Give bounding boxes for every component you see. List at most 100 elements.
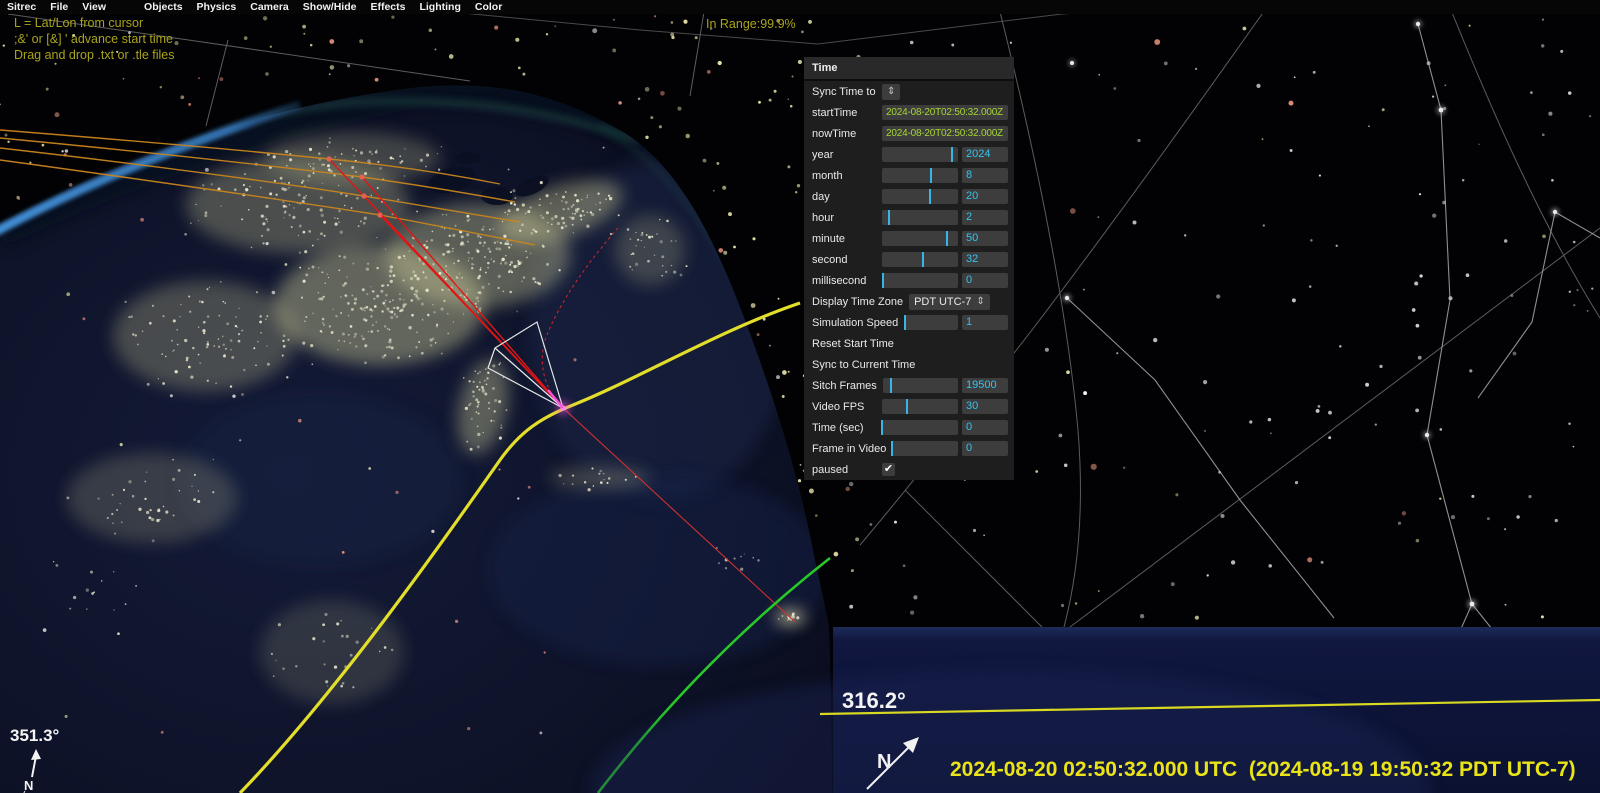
minute-value[interactable]: 50 [962,231,1008,246]
menu-bar: SitrecFileView ObjectsPhysicsCameraShow/H… [0,0,1600,14]
row-paused: paused✔ [804,459,1014,480]
month-slider-handle[interactable] [930,168,932,183]
millisecond-slider-handle[interactable] [882,273,884,288]
nowtime-label: nowTime [812,128,882,140]
main-view-heading: 351.3° [10,726,59,746]
month-slider[interactable] [882,168,958,183]
sync-to-current-time-button[interactable]: Sync to Current Time [812,359,915,371]
timestamp-display: 2024-08-20 02:50:32.000 UTC (2024-08-19 … [950,758,1576,782]
month-value[interactable]: 8 [962,168,1008,183]
help-text: L = Lat/Lon from cursor;&' or [&] ' adva… [14,15,175,63]
menu-item-view[interactable]: View [75,0,113,14]
menu-item-physics[interactable]: Physics [190,0,244,14]
minute-slider-handle[interactable] [946,231,948,246]
menu-item-color[interactable]: Color [468,0,509,14]
video-fps-slider-handle[interactable] [906,399,908,414]
time-panel-title[interactable]: Time [804,57,1014,81]
help-line: ;&' or [&] ' advance start time [14,31,175,47]
millisecond-value[interactable]: 0 [962,273,1008,288]
frame-in-video-value[interactable]: 0 [962,441,1008,456]
row-display-time-zone: Display Time ZonePDT UTC-7⇕ [804,291,1014,312]
paused-checkbox[interactable]: ✔ [882,463,895,476]
main-view-compass: N [16,746,66,793]
north-arrow-icon [31,749,41,760]
globe-view[interactable] [0,0,1600,793]
row-time-sec: Time (sec) 0 [804,417,1014,438]
row-day: day 20 [804,186,1014,207]
time-sec-slider-handle[interactable] [881,420,883,435]
menu-item-lighting[interactable]: Lighting [412,0,467,14]
second-value[interactable]: 32 [962,252,1008,267]
starttime-label: startTime [812,107,882,119]
time-sec-label: Time (sec) [812,422,882,434]
row-millisecond: millisecond 0 [804,270,1014,291]
millisecond-label: millisecond [812,275,882,287]
row-hour: hour2 [804,207,1014,228]
year-slider-handle[interactable] [951,147,953,162]
row-simulation-speed: Simulation Speed1 [804,312,1014,333]
help-line: Drag and drop .txt or .tle files [14,47,175,63]
simulation-speed-slider[interactable] [904,315,958,330]
second-slider-handle[interactable] [922,252,924,267]
second-label: second [812,254,882,266]
sitch-frames-label: Sitch Frames [812,380,883,392]
year-slider[interactable] [882,147,958,162]
row-sitch-frames: Sitch Frames 19500 [804,375,1014,396]
simulation-speed-value[interactable]: 1 [962,315,1008,330]
video-fps-value[interactable]: 30 [962,399,1008,414]
starttime-input[interactable]: 2024-08-20T02:50:32.000Z [882,105,1008,120]
menu-item-effects[interactable]: Effects [363,0,412,14]
frame-in-video-slider-handle[interactable] [891,441,893,456]
in-range-indicator: In Range:99.9% [706,17,796,31]
sync-time-to-label: Sync Time to [812,86,882,98]
sitch-frames-slider-handle[interactable] [890,378,892,393]
sync-time-to-select[interactable]: ⇕ [882,84,900,100]
hour-value[interactable]: 2 [962,210,1008,225]
frame-in-video-slider[interactable] [892,441,958,456]
display-time-zone-label: Display Time Zone [812,296,909,308]
video-fps-label: Video FPS [812,401,882,413]
updown-arrows-icon: ⇕ [887,84,895,100]
hour-slider[interactable] [882,210,958,225]
time-sec-value[interactable]: 0 [962,420,1008,435]
frame-in-video-label: Frame in Video [812,443,892,455]
day-label: day [812,191,882,203]
reset-start-time-button[interactable]: Reset Start Time [812,338,894,350]
day-value[interactable]: 20 [962,189,1008,204]
row-frame-in-video: Frame in Video 0 [804,438,1014,459]
year-label: year [812,149,882,161]
look-view-heading: 316.2° [842,688,906,714]
hour-slider-handle[interactable] [888,210,890,225]
row-minute: minute50 [804,228,1014,249]
look-view-compass: N [855,728,935,793]
day-slider[interactable] [882,189,958,204]
sitch-frames-value[interactable]: 19500 [962,378,1008,393]
row-nowtime: nowTime2024-08-20T02:50:32.000Z [804,123,1014,144]
year-value[interactable]: 2024 [962,147,1008,162]
display-time-zone-select[interactable]: PDT UTC-7⇕ [909,294,990,310]
sitch-frames-slider[interactable] [883,378,958,393]
row-month: month8 [804,165,1014,186]
second-slider[interactable] [882,252,958,267]
row-second: second 32 [804,249,1014,270]
row-reset-start-time[interactable]: Reset Start Time [804,333,1014,354]
row-year: year 2024 [804,144,1014,165]
time-panel[interactable]: Time Sync Time to ⇕ startTime2024-08-20T02… [804,57,1014,480]
menu-item-objects[interactable]: Objects [137,0,190,14]
display-time-zone-selected-value: PDT UTC-7 [914,294,971,310]
millisecond-slider[interactable] [882,273,958,288]
video-fps-slider[interactable] [882,399,958,414]
menu-item-camera[interactable]: Camera [243,0,296,14]
minute-slider[interactable] [882,231,958,246]
day-slider-handle[interactable] [929,189,931,204]
simulation-speed-slider-handle[interactable] [904,315,906,330]
menu-item-sitrec[interactable]: Sitrec [0,0,43,14]
menu-item-show-hide[interactable]: Show/Hide [296,0,364,14]
svg-text:N: N [877,751,891,773]
caribbean-sea [490,475,830,665]
nowtime-input[interactable]: 2024-08-20T02:50:32.000Z [882,126,1008,141]
menu-item-file[interactable]: File [43,0,75,14]
row-sync-to-current-time[interactable]: Sync to Current Time [804,354,1014,375]
time-sec-slider[interactable] [882,420,958,435]
row-sync-time-to: Sync Time to ⇕ [804,81,1014,102]
